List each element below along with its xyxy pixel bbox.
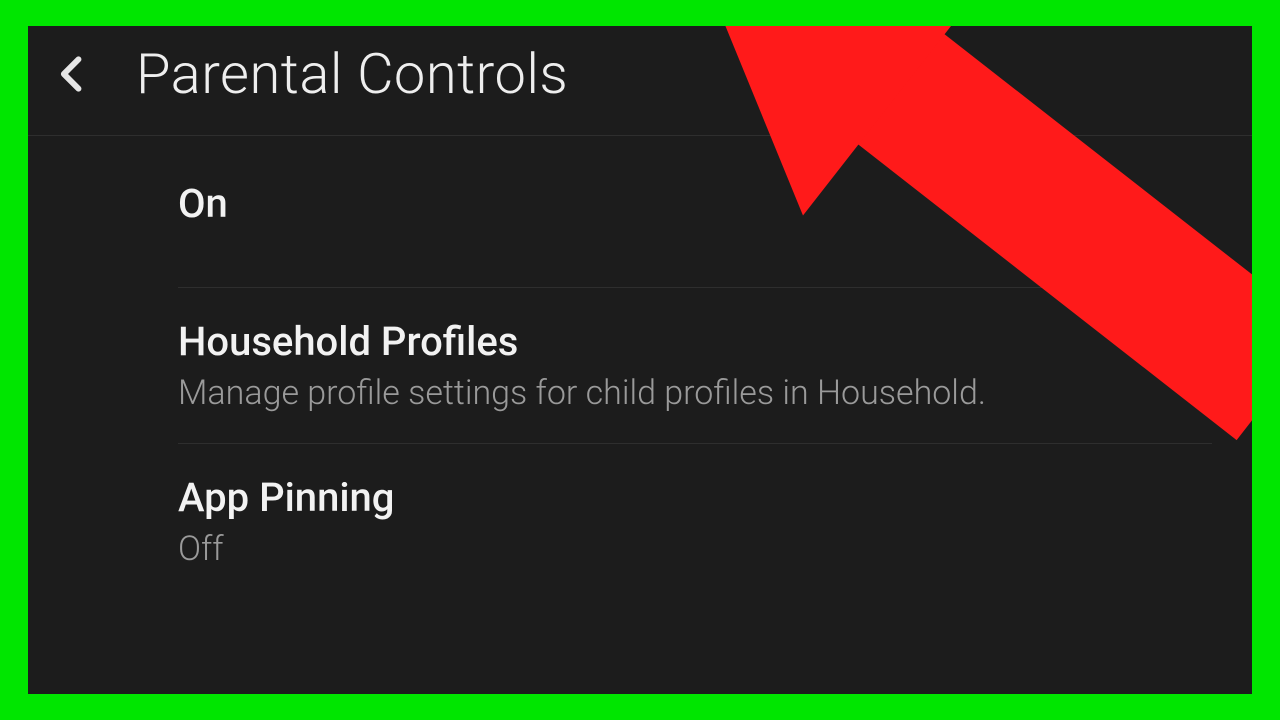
household-desc: Manage profile settings for child profil…	[178, 373, 1212, 413]
row-status[interactable]: On	[178, 136, 1212, 288]
app-pinning-value: Off	[178, 529, 1212, 569]
header-bar: Parental Controls	[28, 26, 1252, 136]
household-title: Household Profiles	[178, 318, 1212, 365]
settings-list: On Household Profiles Manage profile set…	[28, 136, 1252, 579]
status-label: On	[178, 180, 1212, 227]
thumbnail-frame: Parental Controls On Household Profiles …	[0, 0, 1280, 720]
page-title: Parental Controls	[136, 41, 568, 107]
back-icon[interactable]	[46, 47, 100, 101]
row-household-profiles[interactable]: Household Profiles Manage profile settin…	[178, 288, 1212, 444]
row-app-pinning[interactable]: App Pinning Off	[178, 444, 1212, 579]
settings-panel: Parental Controls On Household Profiles …	[28, 26, 1252, 694]
app-pinning-title: App Pinning	[178, 474, 1212, 521]
